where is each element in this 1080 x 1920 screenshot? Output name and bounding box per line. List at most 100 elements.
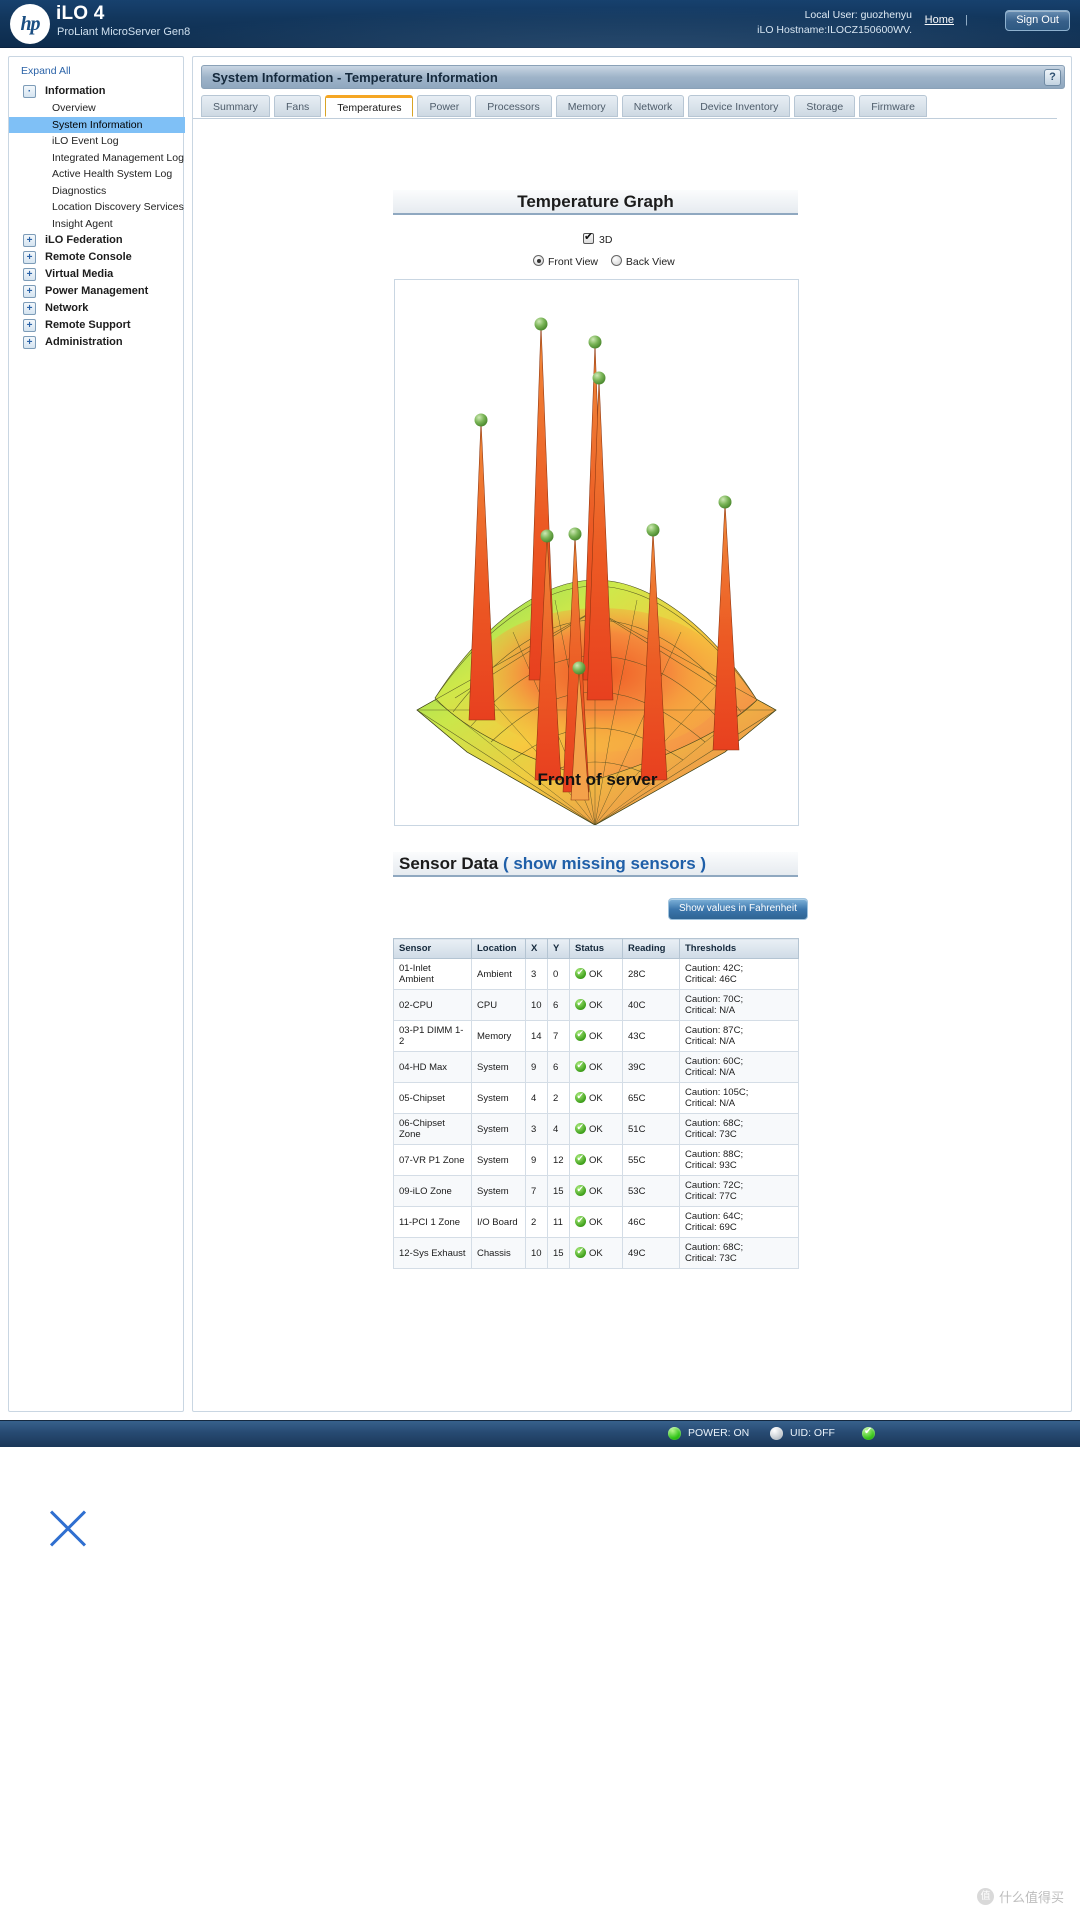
tab-processors[interactable]: Processors: [475, 95, 552, 117]
sidebar-group-remote-support[interactable]: + Remote Support: [9, 317, 185, 334]
sidebar-item-location-discovery-services[interactable]: Location Discovery Services: [9, 199, 185, 216]
power-status: POWER: ON: [688, 1427, 750, 1439]
cell-thresholds: Caution: 88C; Critical: 93C: [679, 1144, 799, 1176]
cell-y: 0: [547, 958, 570, 990]
cell-y: 12: [547, 1144, 570, 1176]
temperature-surface-svg: [416, 317, 777, 826]
page-title-text: System Information - Temperature Informa…: [212, 70, 498, 85]
tab-device-inventory[interactable]: Device Inventory: [688, 95, 791, 117]
status-ok-icon: [575, 1059, 586, 1072]
cell-y: 2: [547, 1082, 570, 1114]
status-label: OK: [589, 1155, 603, 1166]
sidebar-group-label: Information: [45, 85, 106, 97]
sidebar-group-remote-console[interactable]: + Remote Console: [9, 249, 185, 266]
radio-off-icon[interactable]: [610, 255, 622, 266]
sidebar-group-ilo-federation[interactable]: + iLO Federation: [9, 232, 185, 249]
col-reading: Reading: [622, 938, 680, 959]
cell-sensor: 11-PCI 1 Zone: [393, 1206, 472, 1238]
sidebar-item-overview[interactable]: Overview: [9, 100, 185, 117]
local-user-label: Local User: guozhenyu: [804, 9, 912, 21]
cell-thresholds: Caution: 72C; Critical: 77C: [679, 1175, 799, 1207]
back-view-radio[interactable]: Back View: [610, 255, 675, 268]
table-row: 01-Inlet AmbientAmbient30OK28CCaution: 4…: [393, 958, 799, 990]
help-icon[interactable]: ?: [1044, 69, 1061, 86]
app-header: hp iLO 4 ProLiant MicroServer Gen8 Local…: [0, 0, 1080, 48]
threshold-caution: Caution: 87C;: [685, 1025, 744, 1036]
sidebar-item-insight-agent[interactable]: Insight Agent: [9, 216, 185, 233]
front-view-radio[interactable]: Front View: [533, 255, 598, 268]
table-row: 03-P1 DIMM 1-2Memory147OK43CCaution: 87C…: [393, 1020, 799, 1052]
cell-thresholds: Caution: 60C; Critical: N/A: [679, 1051, 799, 1083]
expand-toggle-icon[interactable]: +: [23, 234, 36, 247]
expand-all-link[interactable]: Expand All: [21, 65, 71, 77]
radio-on-icon[interactable]: [533, 255, 544, 266]
threshold-caution: Caution: 68C;: [685, 1242, 744, 1253]
sidebar-group-information[interactable]: · Information: [9, 83, 185, 100]
3d-checkbox[interactable]: 3D: [583, 231, 612, 246]
expand-toggle-icon[interactable]: +: [23, 336, 36, 349]
back-view-label: Back View: [625, 256, 675, 268]
status-ok-icon: [575, 1028, 586, 1041]
close-icon[interactable]: [44, 1504, 92, 1552]
sidebar-item-active-health-system-log[interactable]: Active Health System Log: [9, 166, 185, 183]
tab-firmware[interactable]: Firmware: [859, 95, 927, 117]
temperature-graph[interactable]: Front of server: [394, 279, 799, 826]
cell-sensor: 01-Inlet Ambient: [393, 958, 472, 990]
show-fahrenheit-button[interactable]: Show values in Fahrenheit: [668, 898, 808, 920]
cell-status: OK: [569, 989, 623, 1021]
tab-fans[interactable]: Fans: [273, 95, 322, 117]
sensor-section-heading: Sensor Data ( show missing sensors ): [393, 852, 798, 877]
main-panel: System Information - Temperature Informa…: [192, 56, 1072, 1412]
sidebar-item-integrated-management-log[interactable]: Integrated Management Log: [9, 150, 185, 167]
cell-location: System: [471, 1175, 526, 1207]
expand-toggle-icon[interactable]: +: [23, 251, 36, 264]
table-row: 06-Chipset ZoneSystem34OK51CCaution: 68C…: [393, 1113, 799, 1145]
expand-toggle-icon[interactable]: ·: [23, 85, 36, 98]
tab-power[interactable]: Power: [417, 95, 472, 117]
col-sensor: Sensor: [393, 938, 472, 959]
cell-x: 2: [525, 1206, 548, 1238]
cell-thresholds: Caution: 68C; Critical: 73C: [679, 1237, 799, 1269]
expand-toggle-icon[interactable]: +: [23, 268, 36, 281]
cell-reading: 40C: [622, 989, 680, 1021]
sidebar-group-label: iLO Federation: [45, 234, 123, 246]
tab-network[interactable]: Network: [621, 95, 685, 117]
table-header-row: Sensor Location X Y Status Reading Thresholds: [393, 938, 799, 959]
sidebar-item-system-information[interactable]: System Information: [9, 116, 185, 133]
expand-toggle-icon[interactable]: +: [23, 302, 36, 315]
sidebar-nav: · Information Overview System Information iL…: [9, 83, 185, 351]
sign-out-button[interactable]: Sign Out: [1005, 10, 1070, 31]
threshold-critical: Critical: N/A: [685, 1067, 736, 1078]
cell-reading: 51C: [622, 1113, 680, 1145]
sidebar-item-diagnostics[interactable]: Diagnostics: [9, 183, 185, 200]
expand-toggle-icon[interactable]: +: [23, 319, 36, 332]
hp-logo-icon: hp: [10, 4, 50, 44]
cell-x: 7: [525, 1175, 548, 1207]
cell-reading: 49C: [622, 1237, 680, 1269]
cell-status: OK: [569, 1051, 623, 1083]
status-bar: POWER: ON UID: OFF: [0, 1420, 1080, 1447]
cell-sensor: 07-VR P1 Zone: [393, 1144, 472, 1176]
threshold-caution: Caution: 70C;: [685, 994, 744, 1005]
cell-x: 9: [525, 1144, 548, 1176]
status-label: OK: [589, 1062, 603, 1073]
table-row: 05-ChipsetSystem42OK65CCaution: 105C;Cri…: [393, 1082, 799, 1114]
checkbox-icon[interactable]: [583, 231, 594, 244]
cell-thresholds: Caution: 42C; Critical: 46C: [679, 958, 799, 990]
tab-memory[interactable]: Memory: [555, 95, 618, 117]
expand-toggle-icon[interactable]: +: [23, 285, 36, 298]
bottom-overlay: 值 什么值得买: [0, 1447, 1080, 1920]
show-missing-sensors-link[interactable]: ( show missing sensors ): [503, 854, 706, 873]
tab-summary[interactable]: Summary: [201, 95, 270, 117]
header-separator: |: [965, 14, 968, 26]
cell-sensor: 02-CPU: [393, 989, 472, 1021]
sidebar-item-ilo-event-log[interactable]: iLO Event Log: [9, 133, 185, 150]
home-link[interactable]: Home: [925, 14, 954, 26]
cell-sensor: 09-iLO Zone: [393, 1175, 472, 1207]
sidebar-group-administration[interactable]: + Administration: [9, 334, 185, 351]
sidebar-group-network[interactable]: + Network: [9, 300, 185, 317]
sidebar-group-virtual-media[interactable]: + Virtual Media: [9, 266, 185, 283]
sidebar-group-power-management[interactable]: + Power Management: [9, 283, 185, 300]
tab-storage[interactable]: Storage: [794, 95, 856, 117]
tab-temperatures[interactable]: Temperatures: [325, 95, 414, 117]
